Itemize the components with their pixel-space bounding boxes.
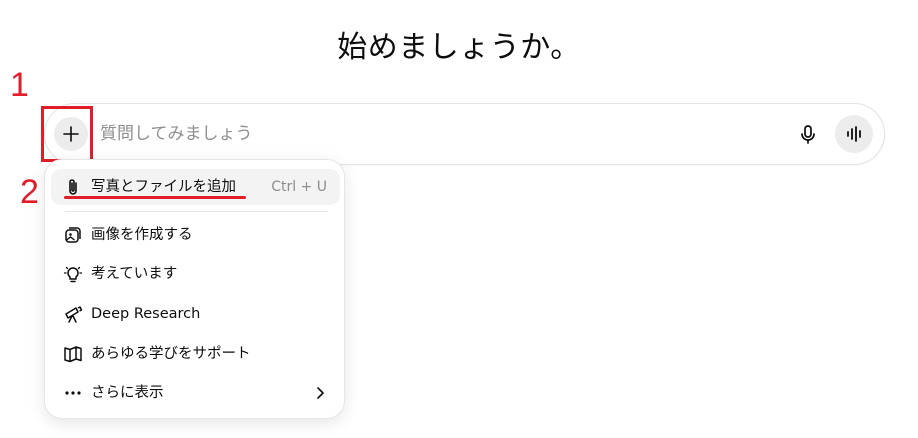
microphone-icon[interactable] (796, 123, 820, 147)
prompt-input[interactable] (98, 118, 702, 150)
menu-item-add-files[interactable]: 写真とファイルを追加 Ctrl + U (51, 169, 340, 205)
menu-divider (65, 211, 328, 212)
page-title: 始めましょうか。 (337, 30, 581, 65)
menu-item-learning[interactable]: あらゆる学びをサポート (51, 336, 340, 372)
annotation-step-1: 1 (10, 66, 29, 104)
menu-item-show-more[interactable]: さらに表示 (51, 375, 340, 411)
menu-item-label: 考えています (91, 266, 178, 282)
menu-item-thinking[interactable]: 考えています (51, 256, 340, 292)
waveform-icon (847, 126, 861, 142)
image-create-icon (65, 227, 81, 243)
menu-item-label: 画像を作成する (91, 227, 193, 243)
annotation-underline (64, 196, 246, 199)
paperclip-icon (69, 179, 77, 195)
menu-item-deep-research[interactable]: Deep Research (51, 296, 340, 332)
annotation-highlight-box (41, 106, 93, 162)
book-icon (64, 346, 82, 363)
telescope-icon (65, 306, 83, 323)
chevron-right-icon (317, 387, 324, 399)
menu-item-create-image[interactable]: 画像を作成する (51, 217, 340, 253)
menu-item-label: 写真とファイルを追加 (91, 179, 236, 195)
annotation-step-2: 2 (20, 173, 39, 211)
menu-item-label: Deep Research (91, 306, 201, 322)
menu-item-label: あらゆる学びをサポート (91, 346, 251, 362)
more-dots-icon (65, 391, 81, 395)
lightbulb-icon (63, 266, 83, 283)
keyboard-shortcut: Ctrl + U (271, 179, 327, 195)
voice-mode-button[interactable] (835, 115, 873, 153)
menu-item-label: さらに表示 (91, 385, 164, 401)
